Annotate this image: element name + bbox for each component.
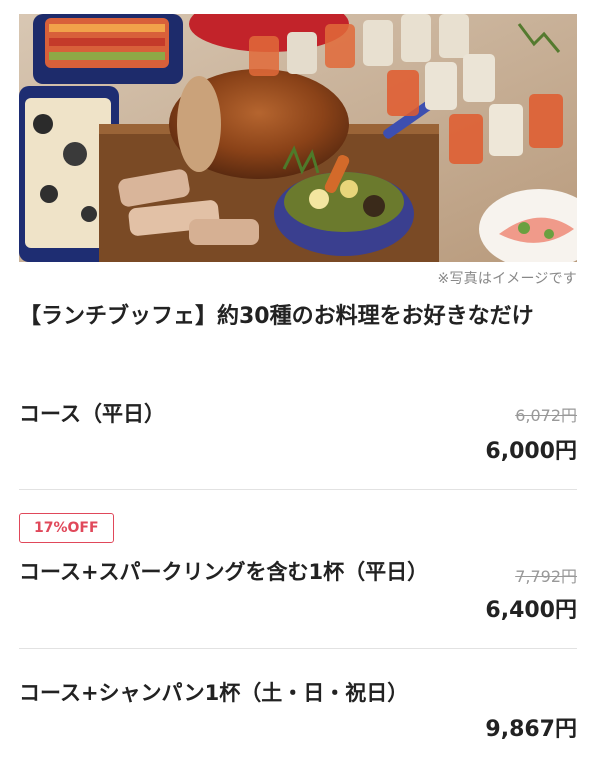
- course-item[interactable]: コース+シャンパン1杯（土・日・祝日） 9,867円: [19, 674, 579, 754]
- course-name: コース（平日）: [19, 402, 165, 426]
- course-item[interactable]: コース（平日） 6,072円 6,000円: [19, 395, 579, 465]
- original-price: 7,792円: [515, 567, 577, 586]
- plan-detail-page: ※写真はイメージです 【ランチブッフェ】約30種のお料理をお好きなだけ コース（…: [0, 0, 600, 770]
- discount-badge: 17%OFF: [19, 513, 114, 543]
- plan-title: 【ランチブッフェ】約30種のお料理をお好きなだけ: [19, 304, 534, 329]
- divider: [19, 648, 577, 649]
- food-photo: [19, 14, 577, 262]
- course-price: 6,000円: [485, 439, 577, 464]
- buffet-image: [19, 14, 577, 262]
- course-price: 6,400円: [485, 598, 577, 623]
- course-price: 9,867円: [485, 717, 577, 742]
- course-item[interactable]: 17%OFF コース+スパークリングを含む1杯（平日） 7,792円 6,400…: [19, 513, 579, 623]
- image-caption: ※写真はイメージです: [437, 271, 577, 287]
- divider: [19, 489, 577, 490]
- course-name: コース+スパークリングを含む1杯（平日）: [19, 560, 429, 584]
- original-price: 6,072円: [515, 406, 577, 425]
- course-name: コース+シャンパン1杯（土・日・祝日）: [19, 681, 409, 705]
